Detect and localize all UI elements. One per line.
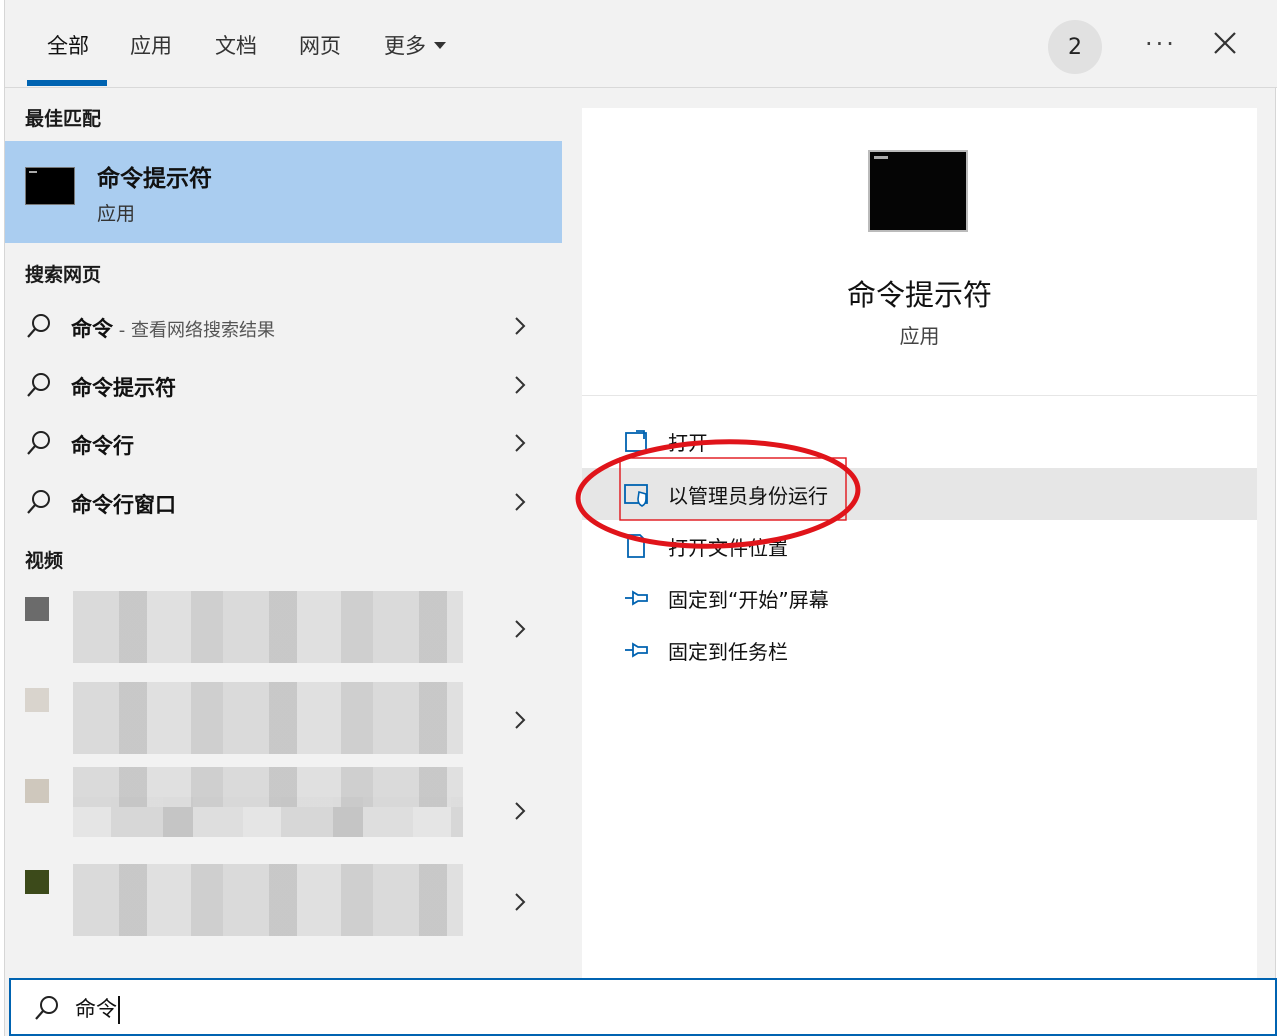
tab-more-label: 更多 <box>384 34 426 58</box>
pin-icon <box>625 590 648 606</box>
video-result-item[interactable] <box>5 858 562 944</box>
search-icon <box>27 373 50 397</box>
action-label: 以管理员身份运行 <box>668 484 828 508</box>
web-result-item[interactable]: 命令 - 查看网络搜索结果 <box>5 298 562 354</box>
action-pin-to-start[interactable]: 固定到“开始”屏幕 <box>582 572 1257 624</box>
action-label: 固定到任务栏 <box>668 640 788 664</box>
web-result-hint: - 查看网络搜索结果 <box>113 320 275 341</box>
web-result-label: 命令行 <box>71 434 134 458</box>
video-thumbnail <box>25 870 49 894</box>
command-prompt-icon <box>868 150 968 232</box>
chevron-right-icon <box>515 711 526 729</box>
video-result-item[interactable] <box>5 767 562 853</box>
action-label: 打开文件位置 <box>668 536 788 560</box>
open-icon <box>625 430 647 452</box>
best-match-item[interactable]: 命令提示符 应用 <box>5 141 562 243</box>
search-icon <box>27 490 50 514</box>
pin-icon <box>625 642 648 658</box>
blurred-content <box>73 682 463 754</box>
tab-more[interactable]: 更多 <box>384 30 446 60</box>
action-label: 打开 <box>668 431 708 455</box>
web-result-item[interactable]: 命令行窗口 <box>5 474 562 530</box>
search-box[interactable]: 命令 <box>9 978 1277 1036</box>
shield-icon <box>624 484 648 507</box>
divider <box>582 395 1257 396</box>
blurred-content <box>73 767 463 807</box>
search-icon <box>35 996 58 1020</box>
video-thumbnail <box>25 779 49 803</box>
search-window: 全部 应用 文档 网页 更多 2 ··· 最佳匹配 命令提示符 应用 搜索网页 … <box>4 0 1277 1036</box>
app-title: 命令提示符 <box>846 278 992 312</box>
video-result-item[interactable] <box>5 585 562 671</box>
action-pin-to-taskbar[interactable]: 固定到任务栏 <box>582 624 1257 676</box>
action-label: 固定到“开始”屏幕 <box>668 588 829 612</box>
search-query: 命令 <box>75 997 117 1021</box>
results-list: 最佳匹配 命令提示符 应用 搜索网页 命令 - 查看网络搜索结果 命令提示符 命… <box>5 88 562 978</box>
tab-web[interactable]: 网页 <box>299 30 341 60</box>
chevron-right-icon <box>515 893 526 911</box>
rewards-badge[interactable]: 2 <box>1048 20 1102 74</box>
chevron-down-icon <box>434 41 446 49</box>
tab-apps[interactable]: 应用 <box>130 30 172 60</box>
tab-bar: 全部 应用 文档 网页 更多 2 ··· <box>5 0 1277 88</box>
close-icon[interactable] <box>1207 25 1243 61</box>
chevron-right-icon <box>515 317 526 335</box>
command-prompt-icon <box>25 167 75 205</box>
video-thumbnail <box>25 688 49 712</box>
search-icon <box>27 314 50 338</box>
action-run-as-admin[interactable]: 以管理员身份运行 <box>582 468 1257 520</box>
blurred-content <box>73 591 463 663</box>
web-result-label: 命令提示符 <box>71 376 176 400</box>
chevron-right-icon <box>515 620 526 638</box>
active-tab-indicator <box>27 80 107 86</box>
search-input[interactable]: 命令 <box>75 993 120 1024</box>
search-icon <box>27 431 50 455</box>
best-match-title: 命令提示符 <box>97 166 212 192</box>
web-result-label: 命令 <box>71 317 113 341</box>
text-cursor <box>118 996 120 1024</box>
details-pane: 命令提示符 应用 打开 以管理员身份运行 打开文件位置 固定到“开始”屏幕 固定… <box>575 108 1257 978</box>
chevron-right-icon <box>515 376 526 394</box>
section-best-match: 最佳匹配 <box>25 108 102 130</box>
video-thumbnail <box>25 597 49 621</box>
tab-all[interactable]: 全部 <box>47 30 89 60</box>
web-result-item[interactable]: 命令行 <box>5 415 562 471</box>
action-open-file-location[interactable]: 打开文件位置 <box>582 520 1257 572</box>
blurred-content <box>73 864 463 936</box>
web-result-label: 命令行窗口 <box>71 493 176 517</box>
web-result-item[interactable]: 命令提示符 <box>5 357 562 413</box>
tab-documents[interactable]: 文档 <box>215 30 257 60</box>
ellipsis-icon[interactable]: ··· <box>1141 24 1181 64</box>
app-subtitle: 应用 <box>899 324 940 348</box>
video-result-item[interactable] <box>5 676 562 762</box>
file-location-icon <box>627 534 645 558</box>
section-videos: 视频 <box>25 550 64 572</box>
chevron-right-icon <box>515 802 526 820</box>
chevron-right-icon <box>515 493 526 511</box>
section-web-search: 搜索网页 <box>25 264 102 286</box>
best-match-subtitle: 应用 <box>97 203 136 225</box>
action-open[interactable]: 打开 <box>582 415 1257 467</box>
chevron-right-icon <box>515 434 526 452</box>
